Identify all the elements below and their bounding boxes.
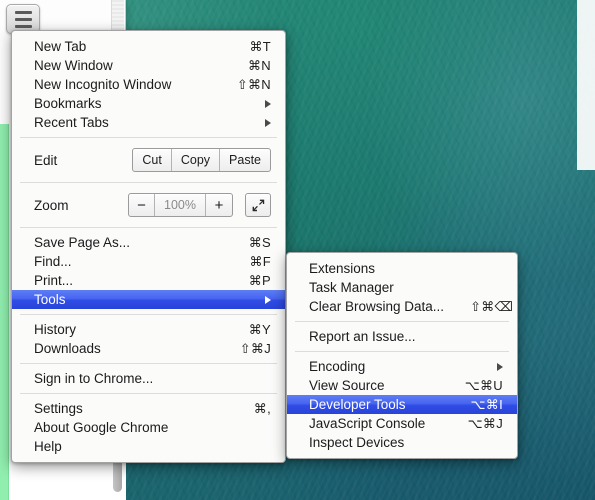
menu-row-zoom: Zoom − 100% + [12, 188, 285, 222]
menu-item-label: History [34, 322, 77, 337]
menu-item-label: Find... [34, 254, 72, 269]
menu-item-about-google-chrome[interactable]: About Google Chrome [12, 418, 285, 437]
menu-item-new-tab[interactable]: New Tab ⌘T [12, 37, 285, 56]
menu-item-label: Settings [34, 401, 83, 416]
menu-item-shortcut: ⌘F [249, 253, 271, 269]
menu-separator [20, 363, 277, 364]
menu-item-label: View Source [309, 378, 385, 393]
menu-item-shortcut: ⌘Y [248, 321, 271, 337]
menu-item-label: Developer Tools [309, 397, 406, 412]
submenu-item-view-source[interactable]: View Source ⌥⌘U [287, 376, 517, 395]
menu-item-print[interactable]: Print... ⌘P [12, 271, 285, 290]
menu-row-label: Zoom [34, 197, 69, 213]
menu-separator [20, 314, 277, 315]
menu-item-label: Clear Browsing Data... [309, 299, 445, 314]
menu-item-label: Help [34, 439, 62, 454]
menu-separator [20, 227, 277, 228]
fullscreen-button[interactable] [245, 193, 271, 217]
menu-item-new-window[interactable]: New Window ⌘N [12, 56, 285, 75]
menu-item-label: Extensions [309, 261, 376, 276]
menu-item-save-page-as[interactable]: Save Page As... ⌘S [12, 233, 285, 252]
menu-item-bookmarks[interactable]: Bookmarks [12, 94, 285, 113]
submenu-arrow-icon [265, 295, 271, 304]
paste-button[interactable]: Paste [220, 149, 270, 171]
menu-separator [20, 137, 277, 138]
menu-item-recent-tabs[interactable]: Recent Tabs [12, 113, 285, 132]
submenu-item-task-manager[interactable]: Task Manager [287, 278, 517, 297]
menu-item-label: Sign in to Chrome... [34, 371, 154, 386]
menu-item-label: Save Page As... [34, 235, 131, 250]
menu-item-downloads[interactable]: Downloads ⇧⌘J [12, 339, 285, 358]
submenu-item-report-an-issue[interactable]: Report an Issue... [287, 327, 517, 346]
hamburger-icon-line [14, 10, 32, 14]
menu-item-label: JavaScript Console [309, 416, 426, 431]
menu-item-find[interactable]: Find... ⌘F [12, 252, 285, 271]
submenu-arrow-icon [497, 362, 503, 371]
menu-item-shortcut: ⌥⌘J [467, 415, 503, 431]
menu-item-shortcut: ⌥⌘U [464, 377, 503, 393]
menu-separator [295, 321, 509, 322]
menu-item-label: New Window [34, 58, 113, 73]
menu-item-label: Report an Issue... [309, 329, 416, 344]
menu-item-label: Print... [34, 273, 74, 288]
background-window-green-accent-bar [0, 124, 9, 500]
submenu-item-clear-browsing-data[interactable]: Clear Browsing Data... ⇧⌘⌫ [287, 297, 517, 316]
chrome-main-menu[interactable]: New Tab ⌘T New Window ⌘N New Incognito W… [11, 30, 286, 463]
submenu-arrow-icon [265, 118, 271, 127]
tools-submenu[interactable]: Extensions Task Manager Clear Browsing D… [286, 252, 518, 459]
zoom-level-value: 100% [155, 194, 206, 216]
menu-item-label: Bookmarks [34, 96, 102, 111]
menu-item-settings[interactable]: Settings ⌘, [12, 399, 285, 418]
menu-item-shortcut: ⌘S [248, 234, 271, 250]
copy-button[interactable]: Copy [172, 149, 221, 171]
menu-item-shortcut: ⌘N [248, 57, 271, 73]
hamburger-icon-line [14, 17, 32, 21]
menu-row-edit: Edit Cut Copy Paste [12, 143, 285, 177]
menu-item-shortcut: ⌘, [253, 400, 271, 416]
menu-item-label: Recent Tabs [34, 115, 109, 130]
menu-row-label: Edit [34, 152, 58, 168]
menu-item-new-incognito-window[interactable]: New Incognito Window ⇧⌘N [12, 75, 285, 94]
menu-item-tools[interactable]: Tools [12, 290, 285, 309]
menu-item-label: New Incognito Window [34, 77, 172, 92]
submenu-item-javascript-console[interactable]: JavaScript Console ⌥⌘J [287, 414, 517, 433]
menu-item-label: Encoding [309, 359, 366, 374]
menu-item-shortcut: ⌘P [248, 272, 271, 288]
submenu-item-extensions[interactable]: Extensions [287, 259, 517, 278]
menu-item-label: About Google Chrome [34, 420, 169, 435]
fullscreen-arrows-icon [251, 198, 266, 213]
submenu-item-encoding[interactable]: Encoding [287, 357, 517, 376]
hamburger-icon-line [14, 24, 32, 28]
menu-item-shortcut: ⇧⌘J [239, 340, 271, 356]
cut-button[interactable]: Cut [133, 149, 172, 171]
menu-item-label: New Tab [34, 39, 87, 54]
menu-item-shortcut: ⌥⌘I [470, 396, 503, 412]
submenu-arrow-icon [265, 99, 271, 108]
zoom-in-button[interactable]: + [206, 194, 232, 216]
menu-item-sign-in-to-chrome[interactable]: Sign in to Chrome... [12, 369, 285, 388]
menu-item-label: Downloads [34, 341, 101, 356]
menu-separator [20, 393, 277, 394]
menu-item-shortcut: ⇧⌘⌫ [470, 298, 514, 314]
menu-item-shortcut: ⇧⌘N [236, 76, 271, 92]
zoom-control-group[interactable]: − 100% + [128, 193, 233, 217]
submenu-item-inspect-devices[interactable]: Inspect Devices [287, 433, 517, 452]
menu-separator [295, 351, 509, 352]
edit-button-group[interactable]: Cut Copy Paste [132, 148, 271, 172]
menu-item-history[interactable]: History ⌘Y [12, 320, 285, 339]
menu-separator [20, 182, 277, 183]
submenu-item-developer-tools[interactable]: Developer Tools ⌥⌘I [287, 395, 517, 414]
menu-item-label: Tools [34, 292, 66, 307]
menu-item-shortcut: ⌘T [249, 38, 271, 54]
menu-item-label: Inspect Devices [309, 435, 405, 450]
zoom-out-button[interactable]: − [129, 194, 156, 216]
menu-item-label: Task Manager [309, 280, 394, 295]
menu-item-help[interactable]: Help [12, 437, 285, 456]
